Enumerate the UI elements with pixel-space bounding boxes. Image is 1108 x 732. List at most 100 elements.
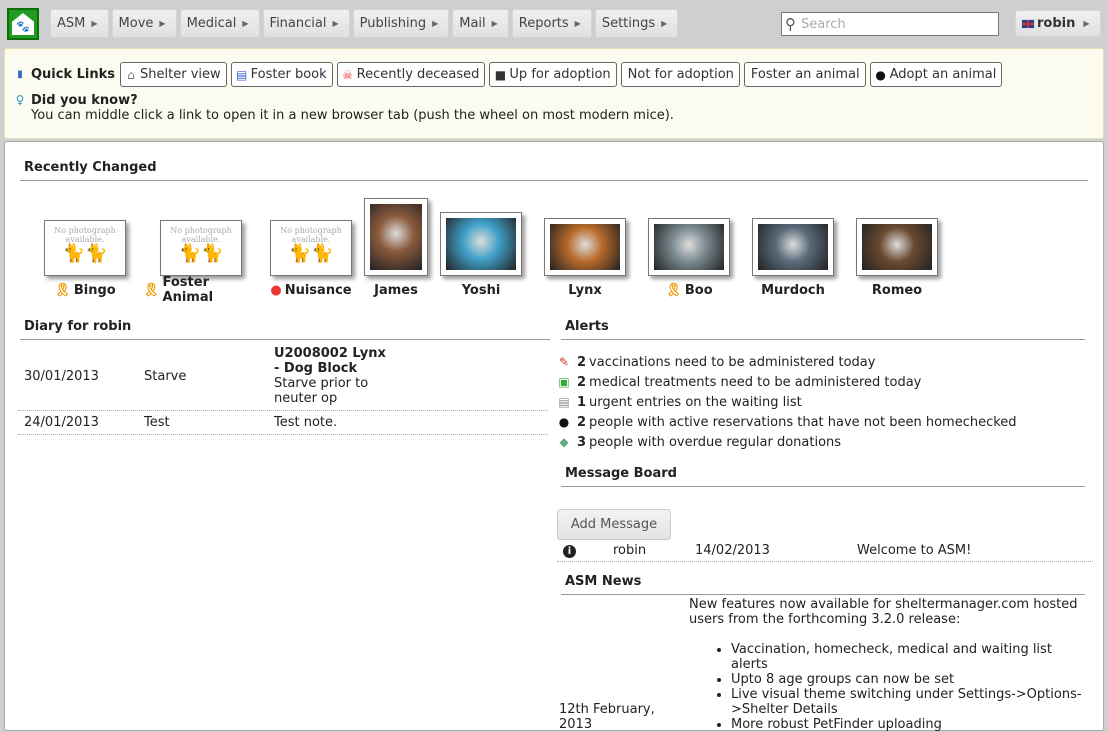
did-you-know-text: You can middle click a link to open it i… xyxy=(31,108,674,123)
alert-item[interactable]: ◆ 3 people with overdue regular donations xyxy=(557,432,1017,452)
diary-heading: Diary for robin xyxy=(20,319,550,340)
animal-name: Murdoch xyxy=(761,282,825,298)
animal-thumbnail[interactable]: No photograph available. 🐈🐈 🎗 Foster Animal xyxy=(143,220,259,305)
quick-link-label: Not for adoption xyxy=(627,67,734,82)
no-photo-placeholder: No photograph available. 🐈🐈 xyxy=(166,226,236,270)
quick-link-foster-book[interactable]: ▤ Foster book xyxy=(230,62,333,87)
animal-thumbnail[interactable]: No photograph available. 🐈🐈 🎗 Bingo xyxy=(27,220,143,298)
animal-photo[interactable] xyxy=(440,212,522,276)
menu-move[interactable]: Move ▶ xyxy=(111,9,177,38)
asm-logo[interactable]: 🐾 xyxy=(7,8,39,40)
animal-photo[interactable] xyxy=(544,218,626,276)
paw-icon: 🐾 xyxy=(12,13,34,35)
animal-name: Nuisance xyxy=(284,282,352,298)
menu-label: Mail xyxy=(459,16,486,31)
news-intro: New features now available for shelterma… xyxy=(689,597,1078,627)
alerts-heading: Alerts xyxy=(561,319,1085,340)
diary-row[interactable]: 24/01/2013 Test Test note. xyxy=(18,411,548,435)
animal-photo[interactable] xyxy=(364,198,428,276)
chevron-right-icon: ▶ xyxy=(242,19,249,28)
diary-content: U2008002 Lynx - Dog Block Starve prior to… xyxy=(274,346,404,406)
photo-image xyxy=(550,224,620,270)
news-feature: Upto 8 age groups can now be set xyxy=(731,672,1089,687)
skull-icon: ● xyxy=(270,282,282,298)
uk-flag-icon xyxy=(1021,18,1035,29)
menu-medical[interactable]: Medical ▶ xyxy=(179,9,260,38)
house-icon: ⌂ xyxy=(127,67,135,82)
diary-content: Test note. xyxy=(274,415,394,430)
menu-label: Move xyxy=(118,16,154,31)
search-placeholder: Search xyxy=(801,16,846,32)
menu-publishing[interactable]: Publishing ▶ xyxy=(352,9,450,38)
animal-name-link[interactable]: ● Nuisance xyxy=(270,282,351,298)
news-feature: Vaccination, homecheck, medical and wait… xyxy=(731,642,1089,672)
animal-name-link[interactable]: James xyxy=(374,282,418,298)
animal-name-link[interactable]: Yoshi xyxy=(462,282,501,298)
news-heading: ASM News xyxy=(561,574,1085,595)
animal-name-link[interactable]: Lynx xyxy=(568,282,602,298)
alert-item[interactable]: ✎ 2 vaccinations need to be administered t… xyxy=(557,352,1017,372)
animal-photo[interactable] xyxy=(856,218,938,276)
chevron-right-icon: ▶ xyxy=(1083,19,1090,28)
alert-item[interactable]: ● 2 people with active reservations that h… xyxy=(557,412,1017,432)
diary-subject[interactable]: U2008002 Lynx - Dog Block xyxy=(274,346,394,376)
quick-links-panel: ▮ Quick Links ⌂ Shelter view ▤ Foster book ☠… xyxy=(4,48,1104,139)
search-input[interactable]: ⚲ Search xyxy=(781,12,999,36)
quick-link-not-for-adoption[interactable]: Not for adoption xyxy=(620,62,740,87)
user-menu-button[interactable]: robin ▶ xyxy=(1015,10,1101,37)
no-photo-placeholder: No photograph available. 🐈🐈 xyxy=(50,226,120,270)
photo-image xyxy=(862,224,932,270)
animal-photo[interactable]: No photograph available. 🐈🐈 xyxy=(44,220,126,276)
menu-mail[interactable]: Mail ▶ xyxy=(452,9,509,38)
diary-note: Test note. xyxy=(274,415,338,430)
menu-settings[interactable]: Settings ▶ xyxy=(594,9,679,38)
alert-item[interactable]: ▣ 2 medical treatments need to be administ… xyxy=(557,372,1017,392)
quick-link-foster-an-animal[interactable]: Foster an animal xyxy=(743,62,866,87)
animal-name-link[interactable]: 🎗 Boo xyxy=(665,282,712,298)
animal-thumbnail[interactable]: James xyxy=(363,198,429,298)
quick-link-adopt-an-animal[interactable]: ● Adopt an animal xyxy=(869,62,1003,87)
menu-label: Publishing xyxy=(359,16,427,31)
animal-thumbnail[interactable]: No photograph available. 🐈🐈 ● Nuisance xyxy=(259,220,363,298)
animal-thumbnail[interactable]: 🎗 Boo xyxy=(637,218,741,298)
recently-changed-heading: Recently Changed xyxy=(20,160,1088,181)
animal-thumbnail[interactable]: Romeo xyxy=(845,218,949,298)
animal-photo[interactable] xyxy=(752,218,834,276)
news-feature-list: Vaccination, homecheck, medical and wait… xyxy=(731,642,1089,732)
quick-link-up-for-adoption[interactable]: ■ Up for adoption xyxy=(489,62,617,87)
animal-name: Foster Animal xyxy=(162,275,214,305)
add-message-button[interactable]: Add Message xyxy=(557,509,671,540)
diary-table: 30/01/2013 Starve U2008002 Lynx - Dog Bloc… xyxy=(18,342,548,435)
alert-text: urgent entries on the waiting list xyxy=(589,394,802,410)
animal-thumbnail[interactable]: Lynx xyxy=(533,218,637,298)
menu-label: Financial xyxy=(269,16,327,31)
alert-item[interactable]: ▤ 1 urgent entries on the waiting list xyxy=(557,392,1017,412)
message-date: 14/02/2013 xyxy=(695,543,770,558)
animal-name-link[interactable]: Murdoch xyxy=(761,282,825,298)
animal-photo[interactable]: No photograph available. 🐈🐈 xyxy=(160,220,242,276)
animal-photo[interactable]: No photograph available. 🐈🐈 xyxy=(270,220,352,276)
search-icon: ⚲ xyxy=(785,15,796,33)
animal-thumbnail[interactable]: Murdoch xyxy=(741,218,845,298)
animal-name: Yoshi xyxy=(461,282,501,298)
animal-photo[interactable] xyxy=(648,218,730,276)
animal-name-link[interactable]: 🎗 Foster Animal xyxy=(143,275,259,305)
address-book-icon: ▤ xyxy=(235,67,248,82)
alert-count: 1 xyxy=(577,394,587,410)
animal-thumbnail[interactable]: Yoshi xyxy=(429,212,533,298)
quick-link-shelter-view[interactable]: ⌂ Shelter view xyxy=(120,62,227,87)
recently-changed-list: No photograph available. 🐈🐈 🎗 Bingo No photo… xyxy=(27,198,949,305)
bookmark-icon: ▮ xyxy=(17,68,23,80)
quick-link-recently-deceased[interactable]: ☠ Recently deceased xyxy=(336,62,486,87)
menu-asm[interactable]: ASM ▶ xyxy=(50,9,109,38)
no-photo-text: No photograph available. xyxy=(280,226,342,244)
animal-name-link[interactable]: 🎗 Bingo xyxy=(54,282,115,298)
quick-links-label: Quick Links xyxy=(31,67,116,82)
diary-row[interactable]: 30/01/2013 Starve U2008002 Lynx - Dog Bloc… xyxy=(18,342,548,411)
photo-image xyxy=(370,204,422,270)
alert-text: people with overdue regular donations xyxy=(589,434,842,450)
menu-reports[interactable]: Reports ▶ xyxy=(511,9,592,38)
no-photo-text: No photograph available. xyxy=(170,226,232,244)
animal-name-link[interactable]: Romeo xyxy=(872,282,922,298)
menu-financial[interactable]: Financial ▶ xyxy=(262,9,350,38)
